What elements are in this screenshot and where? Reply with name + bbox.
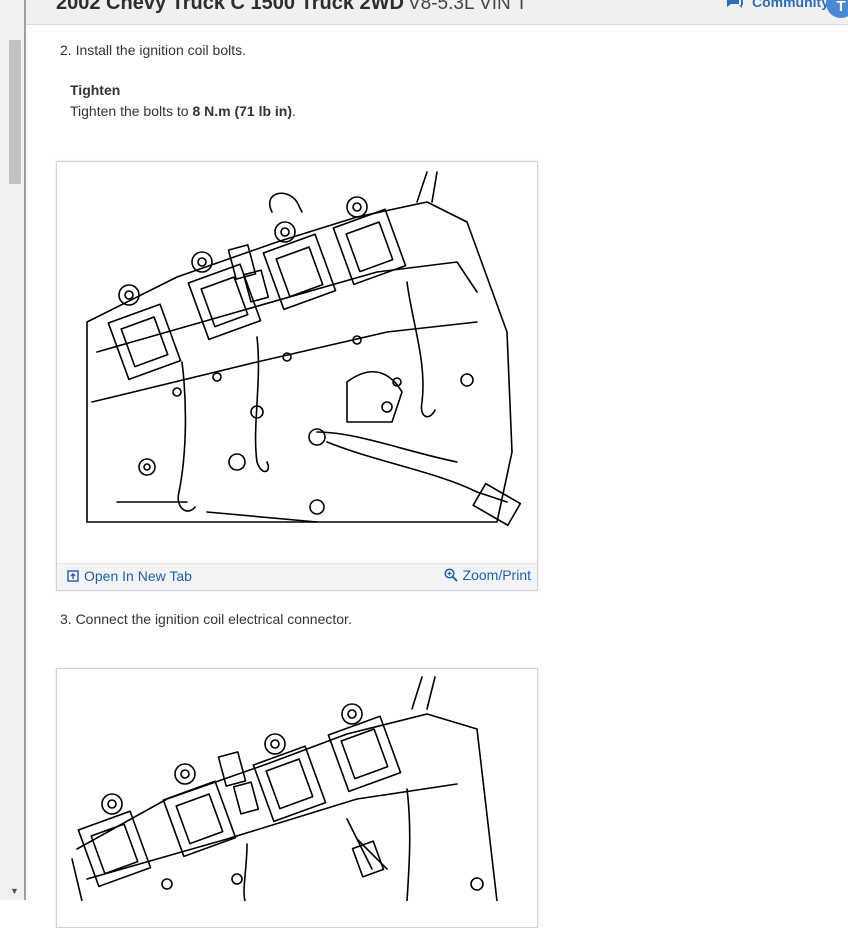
figure-ignition-coil-bolts: Open In New Tab Zoom/Print: [56, 161, 538, 591]
engine-diagram-illustration-2[interactable]: [57, 669, 537, 901]
scrollbar-thumb[interactable]: [9, 40, 21, 184]
tighten-prefix: Tighten the bolts to: [70, 103, 193, 119]
community-link[interactable]: Community: [726, 0, 829, 10]
figure-toolbar: Open In New Tab Zoom/Print: [57, 563, 537, 590]
step-2-text: 2. Install the ignition coil bolts.: [60, 42, 246, 58]
user-avatar-badge[interactable]: T: [826, 0, 848, 18]
tighten-heading: Tighten: [70, 82, 121, 98]
zoom-magnifier-icon: [443, 568, 458, 582]
torque-value: 8 N.m (71 lb in): [192, 103, 293, 119]
open-in-new-tab-link[interactable]: Open In New Tab: [67, 568, 192, 584]
tighten-instruction: Tighten the bolts to 8 N.m (71 lb in).: [70, 103, 296, 119]
engine-spec: V8-5.3L VIN T: [407, 0, 528, 14]
chat-bubble-icon: [727, 0, 743, 8]
open-tab-label: Open In New Tab: [84, 568, 192, 584]
page-header: 2002 Chevy Truck C 1500 Truck 2WD V8-5.3L…: [26, 0, 848, 25]
engine-diagram-illustration[interactable]: [57, 162, 537, 562]
vehicle-name: 2002 Chevy Truck C 1500 Truck 2WD: [56, 0, 404, 14]
tighten-suffix: .: [292, 103, 296, 119]
zoom-print-link[interactable]: Zoom/Print: [443, 567, 531, 583]
open-new-tab-icon: [67, 570, 79, 582]
scroll-down-arrow-icon[interactable]: ▼: [10, 886, 19, 896]
step-3-text: 3. Connect the ignition coil electrical …: [60, 611, 352, 627]
vehicle-title: 2002 Chevy Truck C 1500 Truck 2WD V8-5.3L…: [56, 0, 527, 15]
zoom-print-label: Zoom/Print: [462, 567, 531, 583]
vertical-scrollbar[interactable]: ▼: [0, 0, 26, 900]
community-label: Community: [752, 0, 829, 10]
figure-ignition-coil-connector: [56, 668, 538, 928]
